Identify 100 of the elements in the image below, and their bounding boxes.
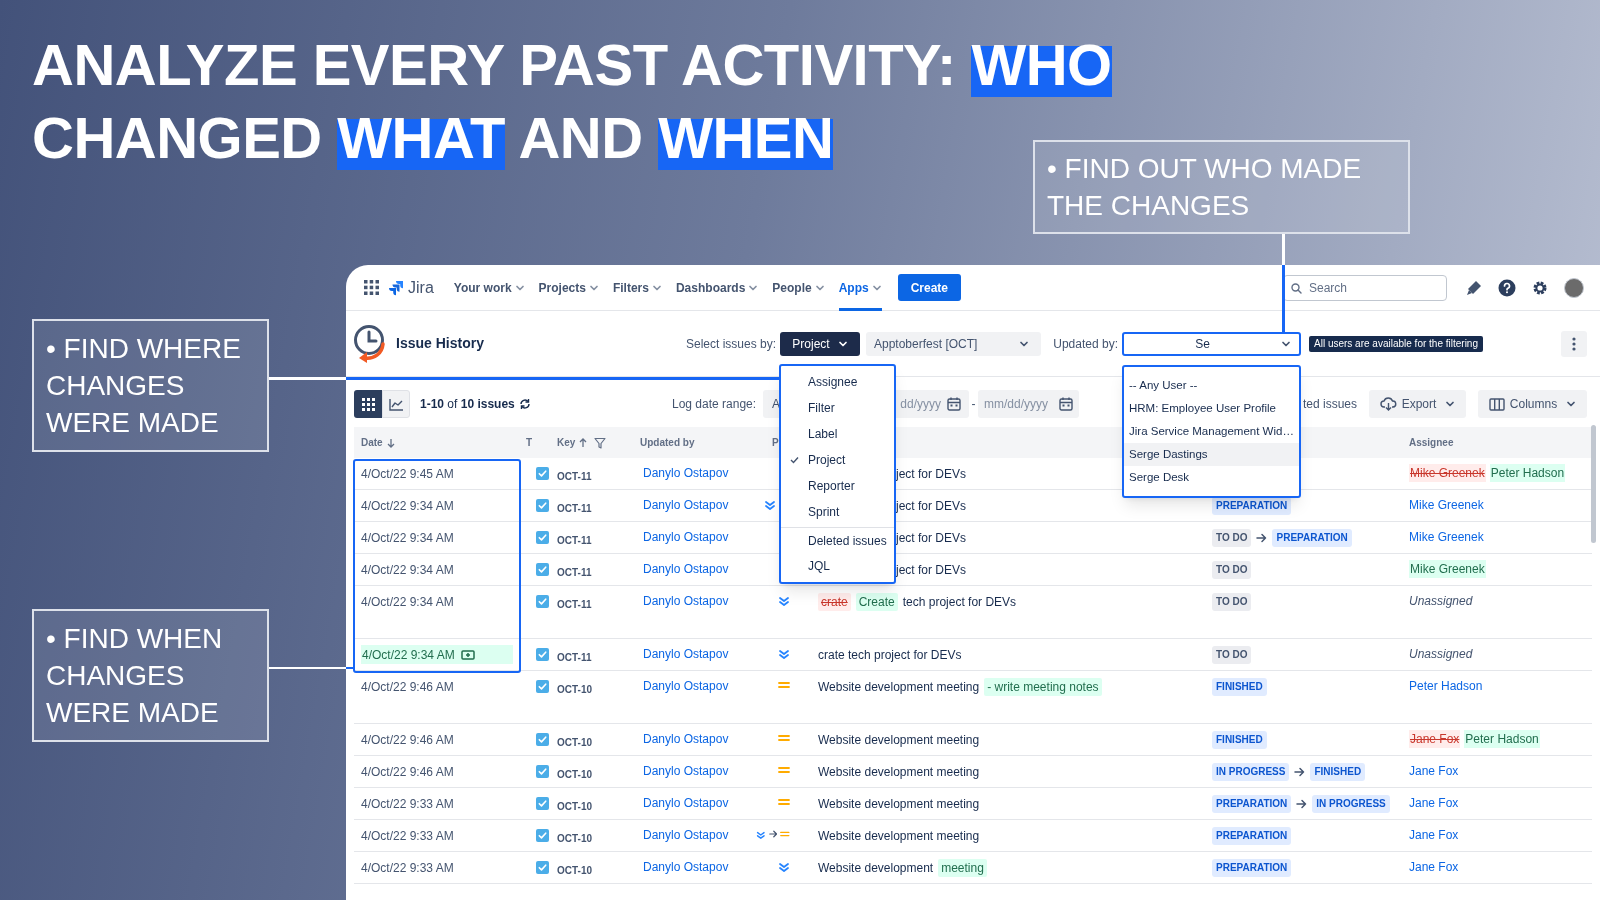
select-dropdown[interactable]: Project bbox=[780, 331, 860, 356]
menu-item[interactable]: Assignee bbox=[781, 369, 894, 395]
user-link[interactable]: Danylo Ostapov bbox=[643, 647, 729, 661]
logo-icon[interactable] bbox=[388, 279, 404, 296]
status-lozenge: TO DO bbox=[1212, 529, 1252, 547]
added-text: meeting bbox=[938, 859, 987, 877]
callout-box: • FIND WHERE CHANGES WERE MADE bbox=[32, 319, 269, 452]
user-link[interactable]: Danylo Ostapov bbox=[643, 828, 729, 842]
user-link[interactable]: Danylo Ostapov bbox=[643, 860, 729, 874]
unassigned-text: Unassigned bbox=[1409, 646, 1473, 663]
column-header[interactable]: Updated by bbox=[640, 435, 695, 450]
filter-icon[interactable] bbox=[594, 436, 607, 449]
arrow-down-icon[interactable] bbox=[386, 437, 395, 448]
date-text: 4/Oct/22 9:33 AM bbox=[361, 861, 454, 875]
issue-key[interactable]: OCT-11 bbox=[557, 535, 592, 546]
assignee-link[interactable]: Jane Fox bbox=[1409, 858, 1459, 876]
column-header[interactable]: Assignee bbox=[1409, 435, 1454, 450]
user-link[interactable]: Danylo Ostapov bbox=[643, 732, 729, 746]
create-button[interactable]: Create bbox=[897, 274, 962, 301]
status-lozenge: TO DO bbox=[1212, 593, 1252, 611]
user-option[interactable]: Serge Desk bbox=[1124, 466, 1299, 489]
menu-item[interactable]: Deleted issues bbox=[781, 527, 894, 553]
issue-key[interactable]: OCT-11 bbox=[557, 503, 592, 514]
changed-date: 4/Oct/22 9:34 AM bbox=[361, 645, 513, 664]
nav-item[interactable]: Apps bbox=[838, 265, 882, 311]
user-link[interactable]: Danylo Ostapov bbox=[643, 764, 729, 778]
user-link[interactable]: Danylo Ostapov bbox=[643, 530, 729, 544]
date-text: 4/Oct/22 9:34 AM bbox=[361, 595, 454, 609]
issue-key[interactable]: OCT-11 bbox=[557, 471, 592, 482]
assignee-link[interactable]: Jane Fox bbox=[1409, 762, 1459, 780]
nav-item[interactable]: People bbox=[772, 265, 825, 311]
issue-key[interactable]: OCT-10 bbox=[557, 865, 592, 876]
issue-key[interactable]: OCT-10 bbox=[557, 801, 592, 812]
user-option[interactable]: -- Any User -- bbox=[1124, 374, 1299, 397]
refresh-icon[interactable] bbox=[518, 398, 531, 410]
calendar-icon[interactable] bbox=[947, 397, 961, 411]
issue-key[interactable]: OCT-11 bbox=[557, 599, 592, 610]
user-link[interactable]: Danylo Ostapov bbox=[643, 679, 729, 693]
menu-item[interactable]: Sprint bbox=[781, 499, 894, 525]
user-link[interactable]: Danylo Ostapov bbox=[643, 466, 729, 480]
project-dropdown[interactable]: Apptoberfest [OCT] bbox=[866, 331, 1041, 356]
app-grid-icon[interactable] bbox=[364, 280, 379, 295]
issue-key[interactable]: OCT-11 bbox=[557, 652, 592, 663]
assignee-link[interactable]: Jane Fox bbox=[1409, 826, 1459, 844]
user-link[interactable]: Danylo Ostapov bbox=[643, 796, 729, 810]
nav-item[interactable]: Your work bbox=[453, 265, 525, 311]
double-chevron-down-icon bbox=[778, 595, 790, 607]
view-toggle-button[interactable] bbox=[382, 390, 410, 418]
nav-item[interactable]: Filters bbox=[612, 265, 662, 311]
issue-key[interactable]: OCT-10 bbox=[557, 833, 592, 844]
scrollbar[interactable] bbox=[1591, 425, 1596, 543]
issue-key[interactable]: OCT-11 bbox=[557, 567, 592, 578]
menu-item[interactable]: Reporter bbox=[781, 473, 894, 499]
calendar-icon[interactable] bbox=[1059, 397, 1073, 411]
assignee-link[interactable]: Jane Fox bbox=[1409, 794, 1459, 812]
column-header[interactable]: T bbox=[526, 435, 533, 450]
user-search-field[interactable]: Se bbox=[1122, 331, 1301, 356]
export-button[interactable]: Export bbox=[1369, 390, 1466, 418]
summary-text: ject for DEVs bbox=[896, 562, 967, 579]
user-link[interactable]: Danylo Ostapov bbox=[643, 594, 729, 608]
assignee-link[interactable]: Mike Greenek bbox=[1409, 528, 1484, 546]
issue-key[interactable]: OCT-10 bbox=[557, 769, 592, 780]
summary-text: Website development meeting bbox=[818, 796, 980, 813]
user-link[interactable]: Danylo Ostapov bbox=[643, 498, 729, 512]
issue-count: 1-10 of 10 issues bbox=[420, 396, 515, 413]
avatar[interactable] bbox=[1564, 277, 1584, 298]
arrow-up-icon[interactable] bbox=[579, 437, 588, 448]
help-icon[interactable] bbox=[1498, 278, 1516, 297]
column-header[interactable]: P bbox=[772, 435, 779, 450]
removed-text: crate bbox=[818, 593, 851, 611]
assignee-link[interactable]: Peter Hadson bbox=[1409, 677, 1483, 695]
menu-item[interactable]: Label bbox=[781, 421, 894, 447]
search-field[interactable]: Search bbox=[1283, 274, 1447, 301]
summary-text: Website development bbox=[818, 860, 934, 877]
app-name[interactable]: Jira bbox=[408, 275, 434, 300]
menu-item[interactable]: Filter bbox=[781, 395, 894, 421]
checkbox-icon bbox=[536, 765, 549, 778]
column-header[interactable]: Date bbox=[361, 435, 383, 450]
nav-item[interactable]: Dashboards bbox=[675, 265, 759, 311]
assignee-link[interactable]: Mike Greenek bbox=[1409, 496, 1484, 514]
view-toggle-button[interactable] bbox=[354, 390, 382, 418]
issue-key[interactable]: OCT-10 bbox=[557, 737, 592, 748]
columns-button[interactable]: Columns bbox=[1478, 390, 1587, 418]
nav-item[interactable]: Projects bbox=[538, 265, 599, 311]
double-chevron-down-icon bbox=[778, 861, 790, 873]
double-chevron-down-icon bbox=[764, 499, 776, 511]
columns-icon bbox=[1488, 397, 1505, 411]
menu-item[interactable]: JQL bbox=[781, 553, 894, 579]
equals-icon bbox=[780, 829, 790, 839]
column-header[interactable]: Key bbox=[557, 435, 576, 450]
user-option[interactable]: Jira Service Management Wid… bbox=[1124, 420, 1299, 443]
user-link[interactable]: Danylo Ostapov bbox=[643, 562, 729, 576]
issue-key[interactable]: OCT-10 bbox=[557, 684, 592, 695]
date-text: 4/Oct/22 9:33 AM bbox=[361, 797, 454, 811]
menu-item[interactable]: Project bbox=[781, 447, 894, 473]
summary-text: crate tech project for DEVs bbox=[818, 647, 962, 664]
user-option[interactable]: Serge Dastings bbox=[1124, 443, 1299, 466]
checkmark-icon bbox=[790, 456, 799, 464]
user-option[interactable]: HRM: Employee User Profile bbox=[1124, 397, 1299, 420]
chevron-down-icon bbox=[1566, 399, 1577, 409]
